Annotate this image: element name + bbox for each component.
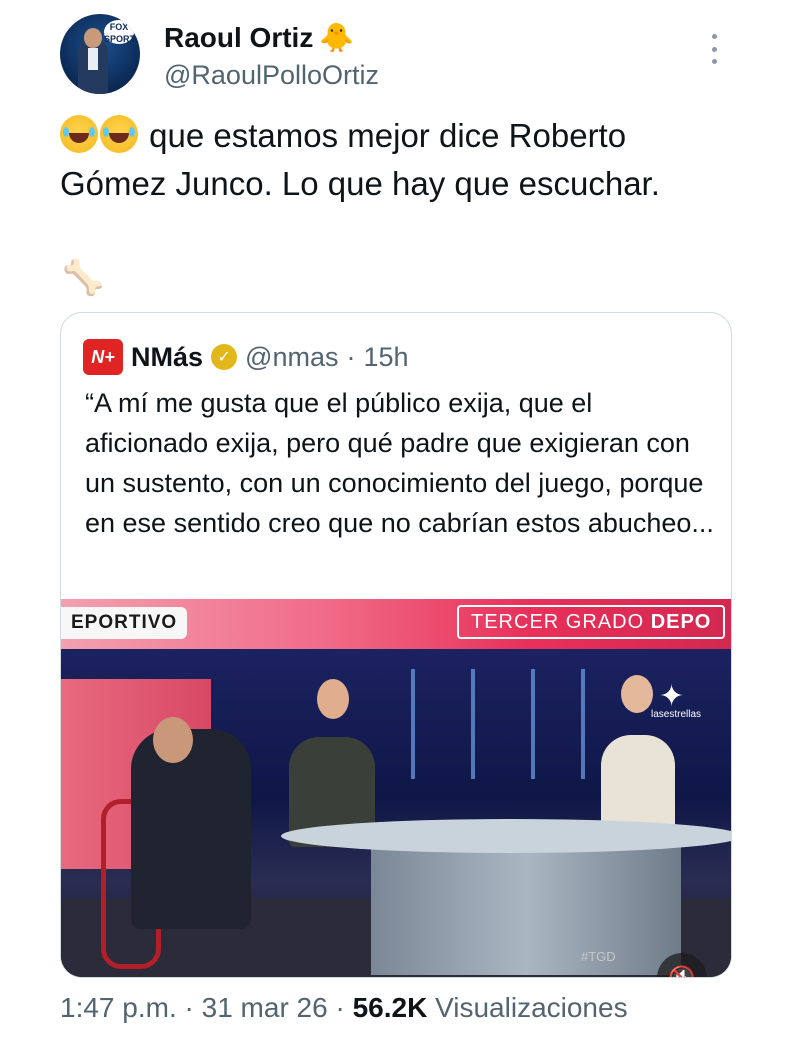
studio-desk-top	[281, 819, 731, 853]
more-dot	[711, 59, 717, 64]
presenter-left	[131, 729, 251, 929]
video-hashtag: #TGD	[581, 949, 616, 964]
quoted-author-handle: @nmas	[245, 341, 339, 372]
video-frame: ✦ lasestrellas #TGD 🔇	[61, 649, 731, 977]
rolling-laughing-emoji-icon	[100, 115, 138, 153]
quoted-tweet-header: N+ NMás ✓ @nmas · 15h	[83, 339, 409, 375]
banner-right-bold: DEPO	[650, 611, 712, 633]
fox-sports-logo: FOX SPORTS	[104, 20, 140, 44]
tweet-meta: 1:47 p.m. · 31 mar 26 · 56.2K Visualizac…	[60, 992, 628, 1024]
author-display-name[interactable]: Raoul Ortiz	[164, 22, 313, 54]
tweet-date[interactable]: 31 mar 26	[202, 992, 328, 1023]
tweet-text-line-2: Gómez Junco. Lo que hay que escuchar.	[60, 165, 660, 202]
tweet-text-line-1: que estamos mejor dice Roberto	[149, 117, 627, 154]
banner-right-title: TERCER GRADO DEPO	[457, 605, 726, 639]
channel-brand-text: lasestrellas	[651, 709, 702, 720]
more-options-icon[interactable]	[708, 34, 720, 64]
presenter-right-head	[621, 675, 653, 713]
banner-left-text: EPORTIVO	[61, 607, 188, 639]
presenter-left-head	[153, 717, 193, 763]
presenter-center-head	[317, 679, 349, 719]
more-dot	[711, 34, 717, 39]
author-name-row[interactable]: Raoul Ortiz 🐥	[164, 22, 354, 54]
tweet-time[interactable]: 1:47 p.m.	[60, 992, 177, 1023]
quoted-author-name[interactable]: NMás	[131, 342, 203, 373]
studio-light	[411, 669, 415, 779]
quoted-tweet-card[interactable]: N+ NMás ✓ @nmas · 15h “A mí me gusta que…	[60, 312, 732, 978]
meta-separator: ·	[176, 992, 202, 1023]
quoted-separator: ·	[346, 341, 356, 372]
verified-badge-icon: ✓	[211, 344, 238, 370]
video-player[interactable]: EPORTIVO TERCER GRADO DEPO ✦ lasestrella…	[61, 599, 731, 977]
meta-separator: ·	[327, 992, 353, 1023]
nmas-avatar[interactable]: N+	[83, 339, 123, 375]
tweet-header: FOX SPORTS Raoul Ortiz 🐥 @RaoulPolloOrti…	[60, 14, 760, 98]
banner-right-prefix: TERCER GRADO	[471, 611, 651, 633]
avatar-person-head	[84, 28, 102, 48]
avatar-person-shirt	[88, 48, 98, 70]
studio-light	[531, 669, 535, 779]
studio-light	[581, 669, 585, 779]
studio-desk-base	[371, 835, 681, 975]
author-avatar[interactable]: FOX SPORTS	[60, 14, 140, 94]
tweet-text: que estamos mejor dice Roberto Gómez Jun…	[60, 112, 740, 208]
studio-light	[471, 669, 475, 779]
bone-emoji-icon: 🦴	[62, 259, 105, 297]
more-dot	[711, 46, 717, 52]
views-count[interactable]: 56.2K	[353, 992, 428, 1023]
chick-emoji-icon: 🐥	[319, 22, 355, 53]
rolling-laughing-emoji-icon	[60, 115, 98, 153]
views-label[interactable]: Visualizaciones	[427, 992, 628, 1023]
author-handle[interactable]: @RaoulPolloOrtiz	[164, 60, 379, 91]
quoted-timestamp[interactable]: 15h	[363, 342, 408, 373]
video-banner: EPORTIVO TERCER GRADO DEPO	[61, 599, 731, 649]
quoted-tweet-text: “A mí me gusta que el público exija, que…	[85, 388, 714, 538]
